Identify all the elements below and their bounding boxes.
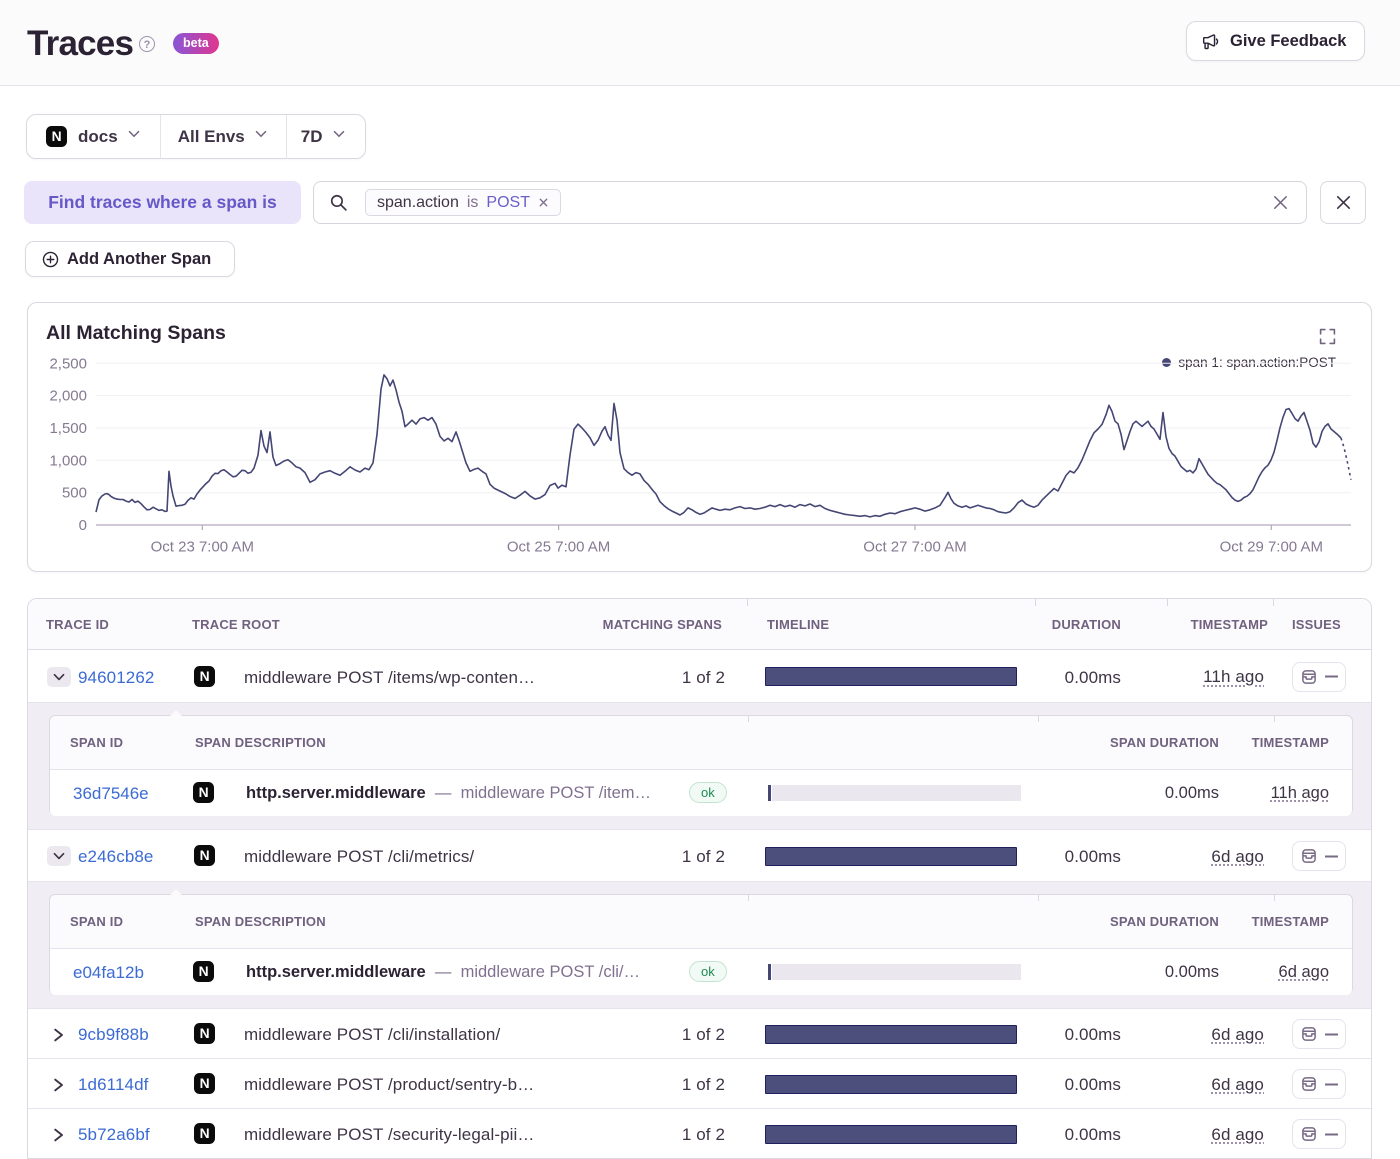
svg-text:Oct 27 7:00 AM: Oct 27 7:00 AM [863, 539, 966, 556]
svg-text:2,500: 2,500 [49, 355, 87, 372]
svg-text:N: N [200, 1075, 210, 1091]
svg-text:2,000: 2,000 [49, 388, 87, 405]
svg-text:N: N [199, 963, 209, 979]
svg-text:N: N [200, 847, 210, 863]
svg-text:N: N [200, 668, 210, 684]
svg-text:1,500: 1,500 [49, 420, 87, 437]
svg-text:N: N [199, 784, 209, 800]
svg-text:Oct 25 7:00 AM: Oct 25 7:00 AM [507, 539, 610, 556]
svg-text:1,000: 1,000 [49, 452, 87, 469]
svg-text:N: N [200, 1125, 210, 1141]
svg-text:Oct 23 7:00 AM: Oct 23 7:00 AM [151, 539, 254, 556]
svg-text:N: N [200, 1025, 210, 1041]
svg-text:500: 500 [62, 485, 87, 502]
svg-text:N: N [52, 128, 62, 144]
svg-text:0: 0 [79, 517, 87, 534]
svg-text:Oct 29 7:00 AM: Oct 29 7:00 AM [1220, 539, 1323, 556]
